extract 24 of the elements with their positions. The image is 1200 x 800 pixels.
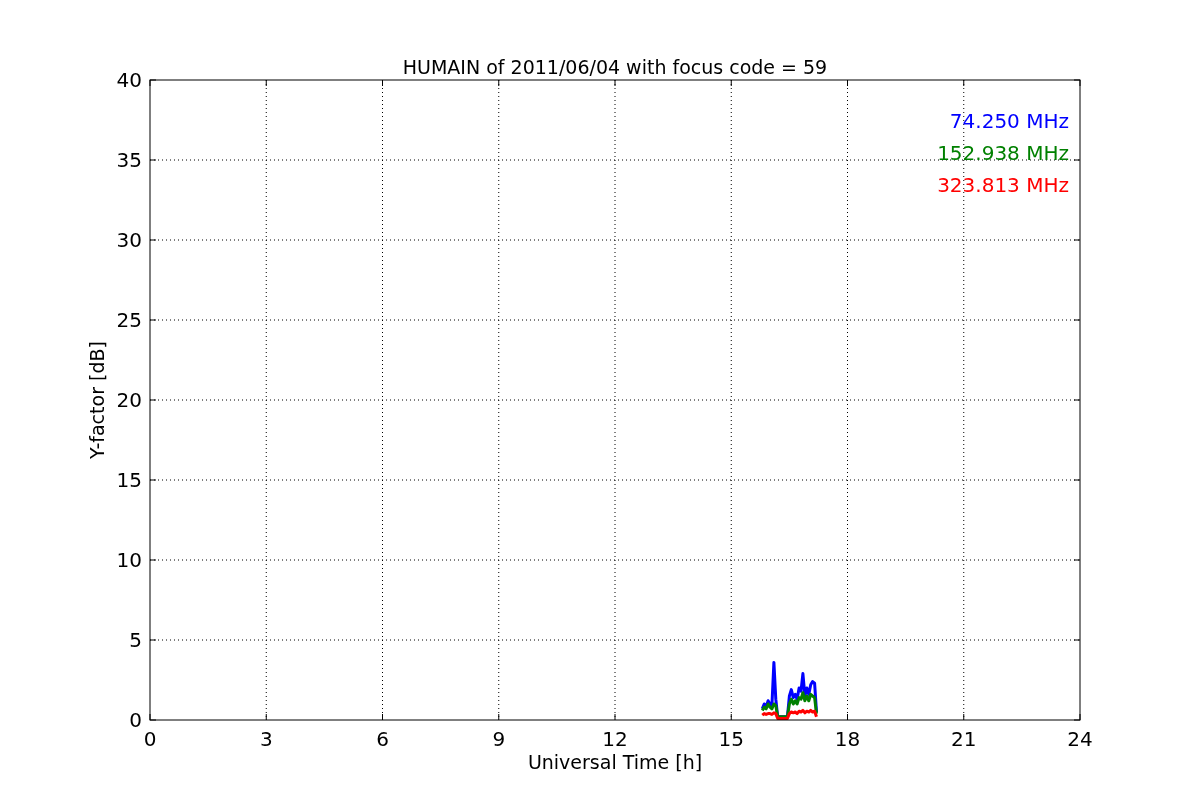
legend-label: 74.250 MHz <box>949 109 1069 133</box>
y-axis-label: Y-factor [dB] <box>86 341 108 459</box>
y-tick-label: 35 <box>116 148 142 172</box>
x-tick-label: 24 <box>1067 727 1093 751</box>
y-tick-label: 30 <box>116 228 142 252</box>
x-tick-label: 15 <box>718 727 744 751</box>
y-tick-label: 0 <box>129 708 142 732</box>
x-tick-label: 6 <box>376 727 389 751</box>
x-tick-label: 12 <box>602 727 628 751</box>
legend-label: 152.938 MHz <box>937 141 1069 165</box>
y-tick-label: 15 <box>116 468 142 492</box>
x-tick-label: 21 <box>951 727 977 751</box>
x-tick-label: 3 <box>259 727 273 751</box>
y-tick-label: 25 <box>116 308 142 332</box>
y-tick-label: 5 <box>129 628 142 652</box>
x-tick-label: 0 <box>143 727 157 751</box>
x-axis-label: Universal Time [h] <box>527 751 703 773</box>
x-tick-label: 18 <box>834 727 861 751</box>
x-tick-label: 9 <box>492 727 506 751</box>
legend-label: 323.813 MHz <box>937 173 1069 197</box>
y-tick-label: 20 <box>116 388 142 412</box>
y-tick-label: 10 <box>116 548 142 572</box>
chart-title: HUMAIN of 2011/06/04 with focus code = 59 <box>402 56 828 78</box>
y-tick-label: 40 <box>116 68 142 92</box>
